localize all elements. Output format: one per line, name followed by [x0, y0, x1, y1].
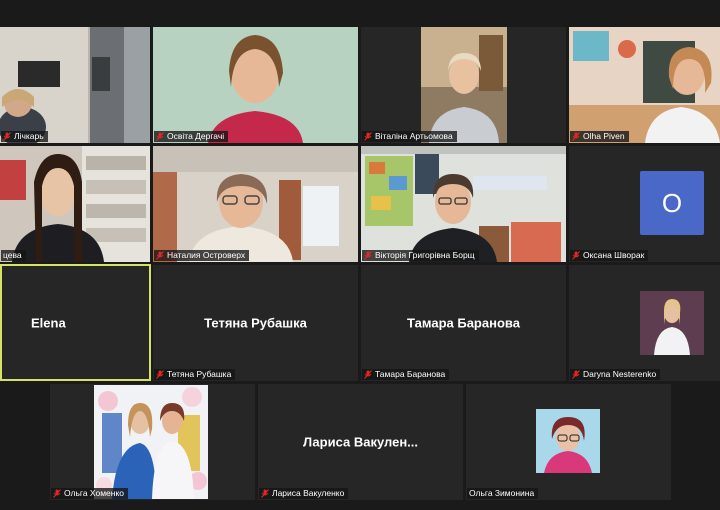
participant-name-label: Ольга Хоменко — [51, 488, 129, 499]
muted-mic-icon — [572, 370, 580, 379]
profile-picture — [536, 409, 600, 473]
participant-name-label: Лічкарь — [1, 131, 48, 142]
participant-tile[interactable]: Daryna Nesterenko — [569, 265, 720, 381]
participant-name: цева — [3, 250, 22, 260]
participant-name-label: Вікторія Григорівна Борщ — [362, 250, 479, 261]
muted-mic-icon — [572, 251, 580, 260]
participant-center-name: Тамара Баранова — [407, 315, 520, 331]
participant-video — [153, 27, 358, 143]
participant-video — [0, 27, 150, 143]
muted-mic-icon — [364, 251, 372, 260]
participant-name: Вікторія Григорівна Борщ — [375, 250, 475, 260]
participant-name: Оксана Шворак — [583, 250, 645, 260]
participant-name: Освіта Дергачі — [167, 131, 225, 141]
participant-name-label: Тамара Баранова — [362, 369, 450, 380]
participant-tile[interactable]: O Оксана Шворак — [569, 146, 720, 262]
muted-mic-icon — [364, 132, 372, 141]
participant-name: Лічкарь — [14, 131, 44, 141]
participant-name: Ольга Зимонина — [469, 488, 535, 498]
participant-tile[interactable]: Olha Piven — [569, 27, 720, 143]
participant-video — [361, 146, 566, 262]
participant-tile[interactable]: Лічкарь — [0, 27, 150, 143]
participant-name-label: Daryna Nesterenko — [570, 369, 661, 380]
participant-name: Тетяна Рубашка — [167, 369, 232, 379]
participant-name: Тамара Баранова — [375, 369, 446, 379]
participant-name: Лариса Вакуленко — [272, 488, 345, 498]
participant-name-label: Оксана Шворак — [570, 250, 649, 261]
profile-picture — [94, 385, 208, 499]
participant-tile[interactable]: Освіта Дергачі — [153, 27, 358, 143]
participant-name: Daryna Nesterenko — [583, 369, 657, 379]
participant-tile[interactable]: цева — [0, 146, 150, 262]
muted-mic-icon — [572, 132, 580, 141]
participant-tile[interactable]: Наталия Островерх — [153, 146, 358, 262]
participant-name-label: Наталия Островерх — [154, 250, 250, 261]
participant-tile[interactable]: Ольга Зимонина — [466, 384, 671, 500]
participant-video — [421, 27, 507, 143]
participant-name: Наталия Островерх — [167, 250, 246, 260]
participant-name: Віталіна Артьомова — [375, 131, 453, 141]
participant-video — [0, 146, 150, 262]
participant-center-name: Тетяна Рубашка — [204, 315, 307, 331]
participant-name-label: Ольга Зимонина — [467, 488, 539, 499]
avatar-initial: O — [640, 171, 704, 235]
participant-tile-active-speaker[interactable]: Elena — [0, 264, 151, 381]
participant-name: Ольга Хоменко — [64, 488, 125, 498]
participant-center-name: Elena — [31, 315, 66, 330]
participant-name: Olha Piven — [583, 131, 625, 141]
participant-name-label: Olha Piven — [570, 131, 629, 142]
muted-mic-icon — [53, 489, 61, 498]
participant-video — [153, 146, 358, 262]
participant-tile[interactable]: Тамара Баранова Тамара Баранова — [361, 265, 566, 381]
participant-tile[interactable]: Тетяна Рубашка Тетяна Рубашка — [153, 265, 358, 381]
participant-name-label: цева — [1, 250, 26, 261]
participant-name-label: Освіта Дергачі — [154, 131, 229, 142]
participant-name-label: Лариса Вакуленко — [259, 488, 349, 499]
muted-mic-icon — [261, 489, 269, 498]
participant-name-label: Віталіна Артьомова — [362, 131, 457, 142]
participant-video — [569, 27, 720, 143]
participant-tile[interactable]: Ольга Хоменко — [50, 384, 255, 500]
profile-picture — [640, 291, 704, 355]
participant-center-name: Лариса Вакулен... — [302, 434, 419, 450]
participant-tile[interactable]: Вікторія Григорівна Борщ — [361, 146, 566, 262]
participant-tile[interactable]: Лариса Вакулен... Лариса Вакуленко — [258, 384, 463, 500]
muted-mic-icon — [364, 370, 372, 379]
muted-mic-icon — [3, 132, 11, 141]
video-gallery: Лічкарь Освіта Дергачі Віталіна Артьомов… — [0, 0, 720, 510]
muted-mic-icon — [156, 132, 164, 141]
muted-mic-icon — [156, 251, 164, 260]
participant-name-label: Тетяна Рубашка — [154, 369, 236, 380]
participant-tile[interactable]: Віталіна Артьомова — [361, 27, 566, 143]
muted-mic-icon — [156, 370, 164, 379]
